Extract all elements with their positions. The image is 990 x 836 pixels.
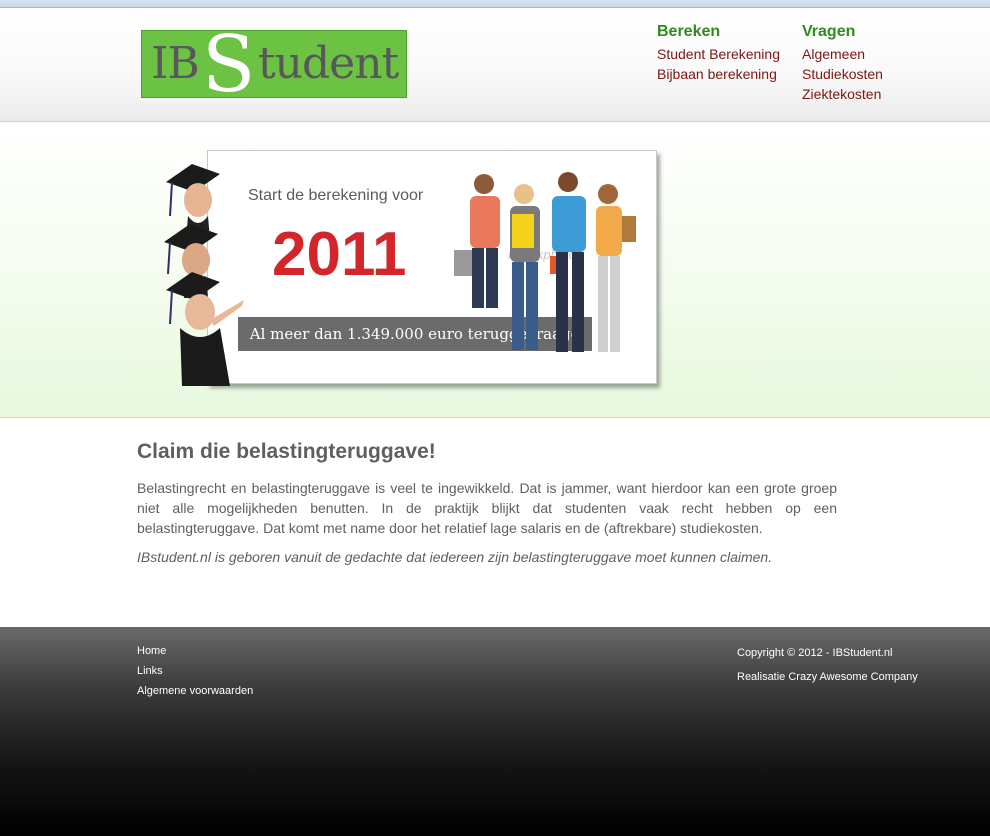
- banner-year: 2011: [272, 220, 407, 289]
- mission-statement: IBstudent.nl is geboren vanuit de gedach…: [137, 549, 773, 565]
- main-content: Claim die belastingteruggave! Belastingr…: [137, 440, 837, 567]
- site-footer: Home Links Algemene voorwaarden Copyrigh…: [0, 627, 990, 836]
- footer-link-links[interactable]: Links: [137, 661, 253, 681]
- footer-links: Home Links Algemene voorwaarden: [137, 641, 253, 701]
- nav-link-ziektekosten[interactable]: Ziektekosten: [802, 84, 883, 104]
- nav-vragen: Vragen Algemeen Studiekosten Ziektekoste…: [802, 22, 883, 104]
- logo-suffix: tudent: [258, 38, 399, 89]
- intro-paragraph: Belastingrecht en belastingteruggave is …: [137, 480, 837, 536]
- nav-link-bijbaan-berekening[interactable]: Bijbaan berekening: [657, 64, 780, 84]
- browser-chrome-strip: [0, 0, 990, 8]
- logo-big-letter: S: [202, 30, 256, 98]
- nav-link-algemeen[interactable]: Algemeen: [802, 44, 883, 64]
- nav-link-student-berekening[interactable]: Student Berekening: [657, 44, 780, 64]
- nav-heading-bereken: Bereken: [657, 23, 721, 40]
- footer-credits: Copyright © 2012 - IBStudent.nl Realisat…: [737, 647, 918, 695]
- nav-link-studiekosten[interactable]: Studiekosten: [802, 64, 883, 84]
- site-header: IB S tudent Bereken Student Berekening B…: [0, 8, 990, 122]
- copyright-text: Copyright © 2012 - IBStudent.nl: [737, 647, 893, 659]
- students-illustration: [454, 172, 636, 352]
- ibstudent-logo[interactable]: IB S tudent: [141, 30, 407, 98]
- nav-heading-vragen: Vragen: [802, 23, 856, 40]
- banner-lead-text: Start de berekening voor: [248, 187, 424, 204]
- graduates-illustration: [164, 164, 244, 386]
- footer-link-home[interactable]: Home: [137, 641, 253, 661]
- nav-bereken: Bereken Student Berekening Bijbaan berek…: [657, 22, 780, 84]
- footer-link-algemene-voorwaarden[interactable]: Algemene voorwaarden: [137, 681, 253, 701]
- logo-prefix: IB: [151, 38, 200, 89]
- credit-text: Realisatie Crazy Awesome Company: [737, 671, 918, 683]
- page-title: Claim die belastingteruggave!: [137, 440, 436, 463]
